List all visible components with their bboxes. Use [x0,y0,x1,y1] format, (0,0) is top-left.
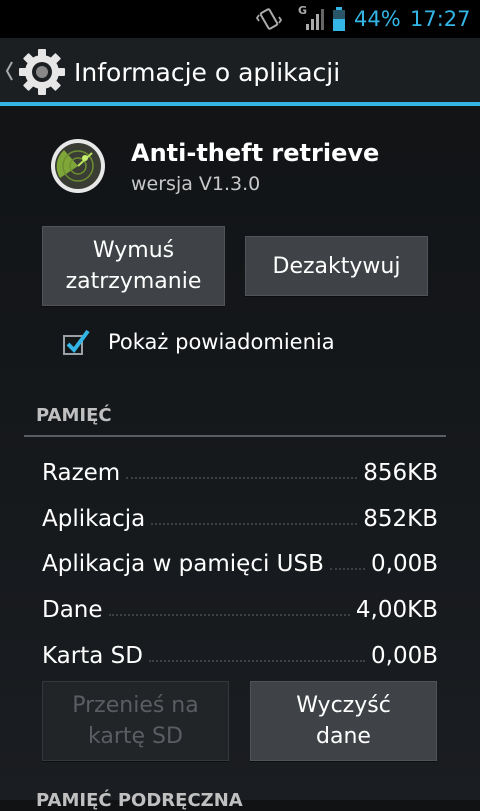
signal-icon [306,9,324,30]
dotted-leader [329,568,365,570]
move-to-sd-label-line2: kartę SD [88,724,183,749]
up-caret-icon[interactable] [4,60,14,82]
storage-row-label: Dane [42,597,103,623]
move-to-sd-label-line1: Przenieś na [72,693,199,718]
clear-data-label-line2: dane [316,724,371,749]
clear-data-label-line1: Wyczyść [296,693,391,718]
storage-row-value: 852KB [363,506,438,532]
settings-gear-icon[interactable] [16,46,68,98]
storage-row-label: Karta SD [42,643,143,669]
dotted-leader [126,477,358,479]
storage-row-app: Aplikacja 852KB [42,498,438,532]
dotted-leader [151,523,358,525]
storage-row-value: 0,00B [371,643,438,669]
storage-row-label: Aplikacja w pamięci USB [42,551,324,577]
storage-row-usb: Aplikacja w pamięci USB 0,00B [42,543,438,577]
clock: 17:27 [410,7,471,31]
storage-row-total: Razem 856KB [42,452,438,486]
force-stop-label-line1: Wymuś [92,238,175,263]
storage-row-value: 856KB [363,460,438,486]
battery-icon [333,7,345,31]
section-divider [24,435,446,437]
show-notifications-checkbox[interactable] [62,328,90,356]
storage-row-label: Aplikacja [42,506,146,532]
show-notifications-label[interactable]: Pokaż powiadomienia [108,330,335,354]
vibrate-icon [256,8,282,30]
disable-button[interactable]: Dezaktywuj [245,236,428,296]
move-to-sd-button[interactable]: Przenieś na kartę SD [42,681,229,761]
storage-row-data: Dane 4,00KB [42,589,438,623]
app-version: wersja V1.3.0 [131,173,261,195]
force-stop-button[interactable]: Wymuś zatrzymanie [42,226,225,306]
app-name: Anti-theft retrieve [131,139,380,167]
storage-row-value: 4,00KB [355,597,438,623]
cache-section-title: PAMIĘĆ PODRĘCZNA [36,790,243,811]
battery-percent: 44% [354,7,401,31]
status-bar: G 44% 17:27 [0,0,480,38]
storage-row-sdcard: Karta SD 0,00B [42,635,438,669]
disable-label: Dezaktywuj [272,253,401,279]
dotted-leader [108,614,350,616]
clear-data-button[interactable]: Wyczyść dane [250,681,437,761]
dotted-leader [148,660,365,662]
force-stop-label-line2: zatrzymanie [65,269,202,294]
storage-section-title: PAMIĘĆ [36,405,112,426]
storage-row-label: Razem [42,460,121,486]
storage-row-value: 0,00B [371,551,438,577]
radar-icon [51,139,105,193]
action-bar[interactable]: Informacje o aplikacji [0,38,480,106]
page-title: Informacje o aplikacji [74,58,341,87]
